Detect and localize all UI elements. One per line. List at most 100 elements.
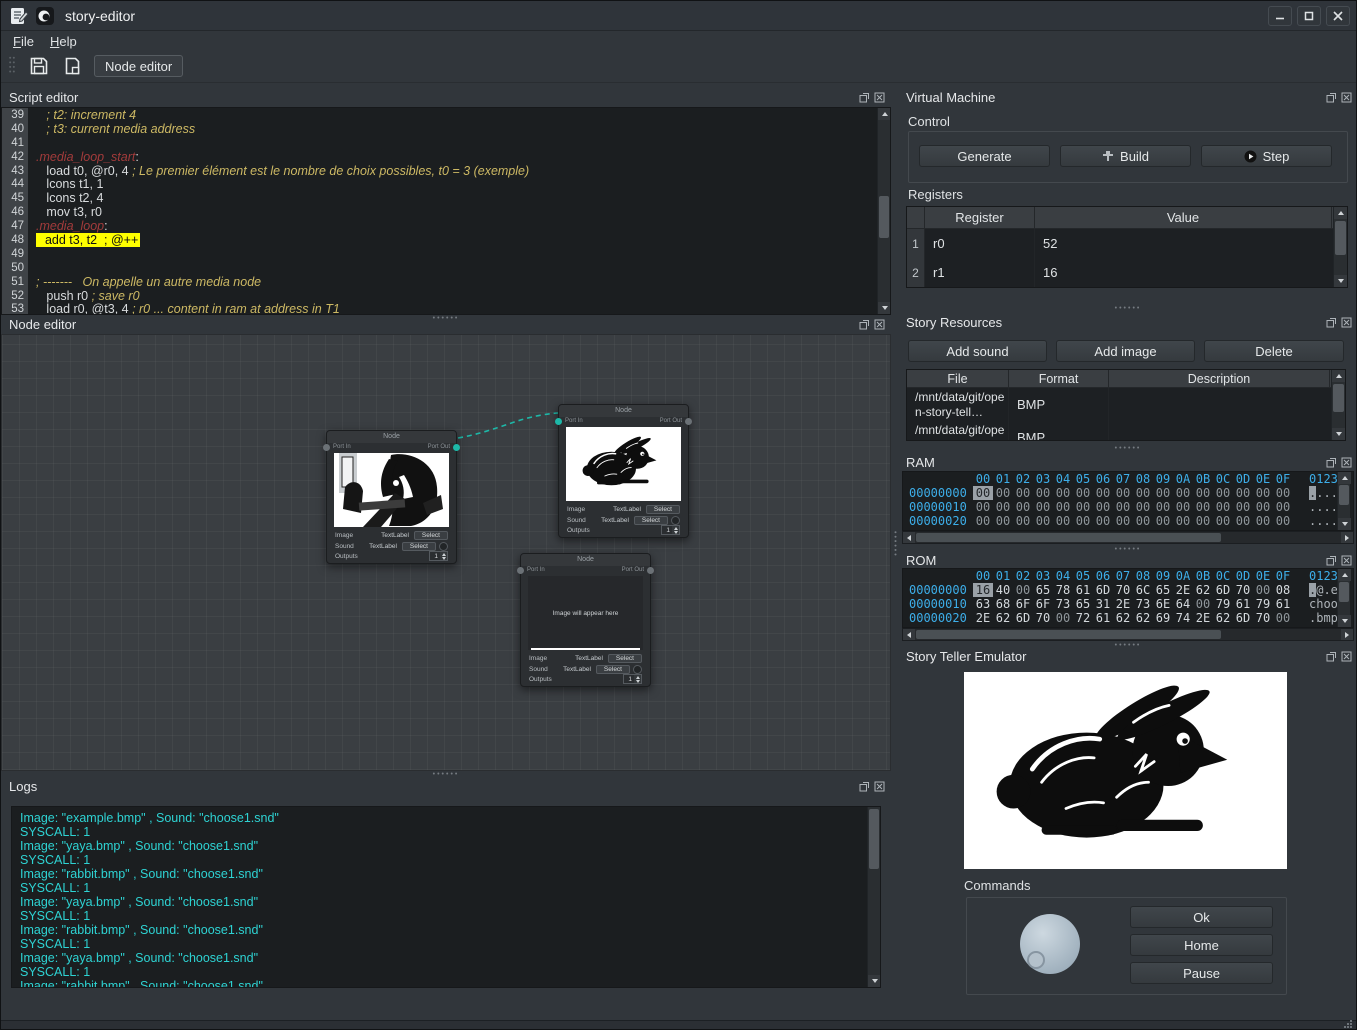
hex-byte[interactable]: 00	[1053, 514, 1073, 528]
selection-knob[interactable]	[1020, 914, 1080, 974]
hex-row[interactable]: 000000001640006578616D706C652E626D700008…	[903, 583, 1353, 597]
sound-select-button[interactable]: Select	[596, 665, 630, 674]
hex-byte[interactable]: 00	[1193, 500, 1213, 514]
hex-byte[interactable]: 62	[1193, 583, 1213, 597]
hex-byte[interactable]: 00	[1213, 500, 1233, 514]
script-line[interactable]: 49	[2, 247, 890, 261]
script-line[interactable]: 43 load t0, @r0, 4 ; Le premier élément …	[2, 164, 890, 178]
hex-byte[interactable]: 6D	[1013, 611, 1033, 625]
play-sound-button[interactable]	[633, 665, 642, 674]
hex-byte[interactable]: 79	[1253, 597, 1273, 611]
hex-row[interactable]: 000000202E626D70007261626269742E626D7000…	[903, 611, 1353, 625]
hex-byte[interactable]: 16	[973, 583, 993, 597]
hex-row[interactable]: 0000001063686F6F7365312E736E640079617961…	[903, 597, 1353, 611]
node-editor-toggle-button[interactable]: Node editor	[94, 55, 183, 77]
hex-byte[interactable]: 00	[1273, 514, 1293, 528]
format-column-header[interactable]: Format	[1009, 370, 1109, 388]
hex-byte[interactable]: 72	[1073, 611, 1093, 625]
hex-byte[interactable]: 00	[1053, 486, 1073, 500]
float-panel-icon[interactable]	[1326, 92, 1337, 103]
hex-byte[interactable]: 00	[1173, 500, 1193, 514]
step-button[interactable]: Step	[1201, 145, 1332, 167]
hex-byte[interactable]: 00	[1193, 597, 1213, 611]
hex-byte[interactable]: 2E	[1173, 583, 1193, 597]
script-line[interactable]: 45 lcons t2, 4	[2, 191, 890, 205]
script-line[interactable]: 46 mov t3, r0	[2, 205, 890, 219]
scroll-thumb[interactable]	[879, 196, 889, 238]
hex-byte[interactable]: 6E	[1153, 597, 1173, 611]
hex-byte[interactable]: 6D	[1233, 611, 1253, 625]
pause-button[interactable]: Pause	[1130, 962, 1273, 984]
hex-byte[interactable]: 00	[1073, 500, 1093, 514]
hex-row[interactable]: 0000001000000000000000000000000000000000…	[903, 500, 1353, 514]
hex-byte[interactable]: 00	[1133, 514, 1153, 528]
ram-horizontal-scrollbar[interactable]	[902, 531, 1354, 544]
hex-byte[interactable]: 00	[1253, 514, 1273, 528]
node-title[interactable]: Node	[559, 405, 688, 417]
minimize-button[interactable]	[1268, 6, 1292, 26]
build-button[interactable]: Build	[1060, 145, 1191, 167]
close-panel-icon[interactable]	[874, 92, 885, 103]
close-panel-icon[interactable]	[1341, 651, 1352, 662]
port-out-dot[interactable]	[685, 418, 692, 425]
hex-byte[interactable]: 00	[1233, 486, 1253, 500]
resources-scrollbar[interactable]	[1331, 370, 1345, 440]
logs-output-area[interactable]: Image: "example.bmp" , Sound: "choose1.s…	[11, 806, 881, 988]
close-panel-icon[interactable]	[1341, 92, 1352, 103]
hex-row[interactable]: 0000002000000000000000000000000000000000…	[903, 514, 1353, 528]
outputs-spinbox[interactable]: 1	[429, 551, 448, 561]
file-column-header[interactable]: File	[907, 370, 1009, 388]
scroll-down-arrow-icon[interactable]	[868, 975, 881, 987]
hex-byte[interactable]: 6F	[1033, 597, 1053, 611]
hex-byte[interactable]: 00	[1213, 514, 1233, 528]
hex-byte[interactable]: 00	[1133, 500, 1153, 514]
media-node-rabbit[interactable]: Node Port In Port Out ImageTextLabelSele…	[558, 404, 689, 538]
script-line[interactable]: 50	[2, 261, 890, 275]
rom-vertical-scrollbar[interactable]	[1337, 569, 1350, 627]
hex-byte[interactable]: 00	[1233, 500, 1253, 514]
hex-byte[interactable]: 00	[1273, 500, 1293, 514]
menu-help[interactable]: Help	[50, 34, 77, 49]
hex-byte[interactable]: 00	[1013, 486, 1033, 500]
media-node-yaya[interactable]: Node Port In Port Out	[326, 430, 457, 564]
hex-byte[interactable]: 40	[993, 583, 1013, 597]
register-row[interactable]: 1r052	[907, 229, 1347, 258]
hex-byte[interactable]: 65	[1033, 583, 1053, 597]
home-button[interactable]: Home	[1130, 934, 1273, 956]
float-panel-icon[interactable]	[1326, 317, 1337, 328]
hex-byte[interactable]: 00	[1253, 486, 1273, 500]
registers-scrollbar[interactable]	[1333, 207, 1347, 287]
hex-byte[interactable]: 00	[1273, 611, 1293, 625]
hex-byte[interactable]: 70	[1253, 611, 1273, 625]
hex-byte[interactable]: 62	[993, 611, 1013, 625]
play-sound-button[interactable]	[439, 542, 448, 551]
close-button[interactable]	[1326, 6, 1350, 26]
node-canvas[interactable]: Node Port In Port Out	[1, 334, 891, 771]
media-node-empty[interactable]: Node Port In Port Out Image will appear …	[520, 553, 651, 687]
float-panel-icon[interactable]	[1326, 555, 1337, 566]
scroll-up-arrow-icon[interactable]	[878, 108, 891, 120]
image-select-button[interactable]: Select	[414, 531, 448, 540]
script-line[interactable]: 42.media_loop_start:	[2, 150, 890, 164]
hex-byte[interactable]: 00	[1013, 500, 1033, 514]
script-line[interactable]: 44 lcons t1, 1	[2, 177, 890, 191]
register-column-header[interactable]: Register	[925, 207, 1035, 229]
node-title[interactable]: Node	[327, 431, 456, 443]
hex-byte[interactable]: 00	[1053, 500, 1073, 514]
hex-byte[interactable]: 00	[1153, 514, 1173, 528]
outputs-spinbox[interactable]: 1	[661, 525, 680, 535]
hex-byte[interactable]: 00	[1153, 486, 1173, 500]
vertical-splitter[interactable]: ••••••	[891, 83, 898, 1021]
hex-byte[interactable]: 6C	[1133, 583, 1153, 597]
float-panel-icon[interactable]	[859, 92, 870, 103]
hex-byte[interactable]: 00	[1053, 611, 1073, 625]
hex-byte[interactable]: 00	[1093, 486, 1113, 500]
hex-byte[interactable]: 00	[1173, 514, 1193, 528]
hex-byte[interactable]: 65	[1153, 583, 1173, 597]
script-line[interactable]: 48 add t3, t2 ; @++	[2, 233, 890, 247]
hex-byte[interactable]: 73	[1133, 597, 1153, 611]
hex-byte[interactable]: 00	[1033, 500, 1053, 514]
resize-grip[interactable]	[1341, 1020, 1353, 1029]
hex-byte[interactable]: 00	[1233, 514, 1253, 528]
hex-byte[interactable]: 00	[1033, 486, 1053, 500]
